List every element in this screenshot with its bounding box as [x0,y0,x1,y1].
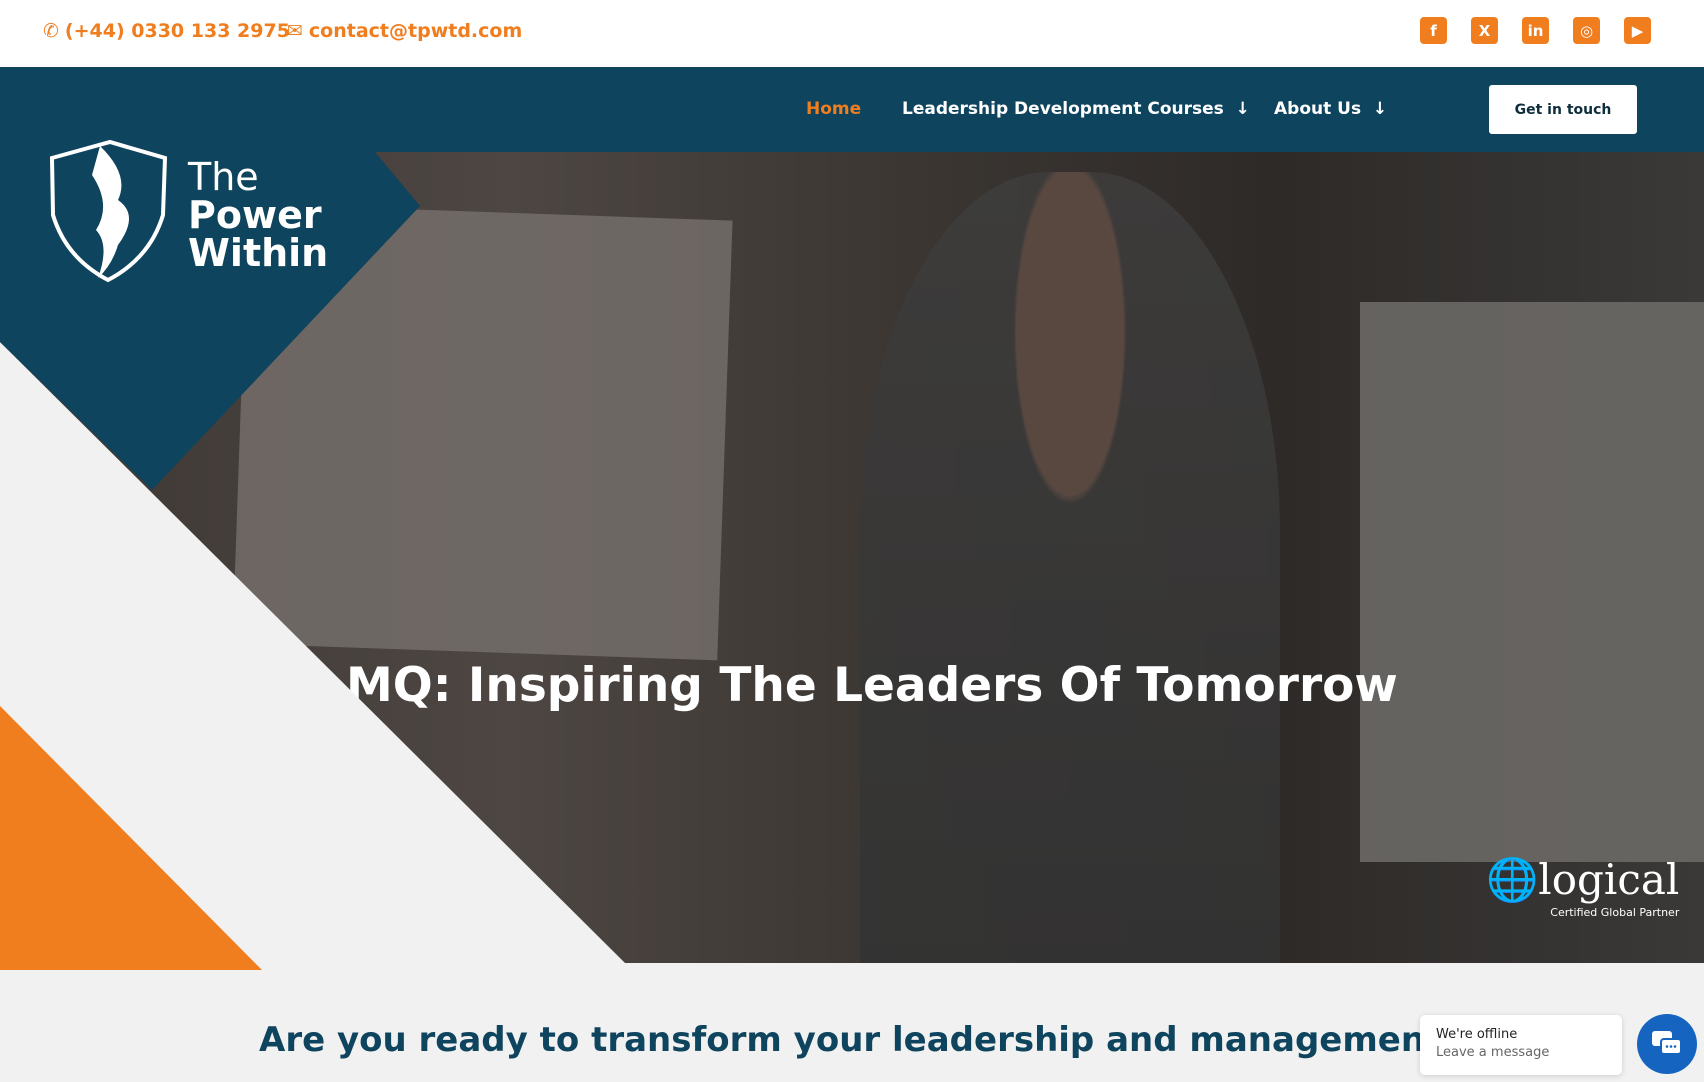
chat-button[interactable] [1637,1014,1697,1074]
logo[interactable]: The Power Within [188,158,328,272]
section-heading: Are you ready to transform your leadersh… [259,1020,1571,1060]
decorative-shapes [0,139,625,970]
chat-bubble[interactable]: We're offline Leave a message [1420,1015,1622,1075]
chat-icon [1652,1031,1682,1055]
